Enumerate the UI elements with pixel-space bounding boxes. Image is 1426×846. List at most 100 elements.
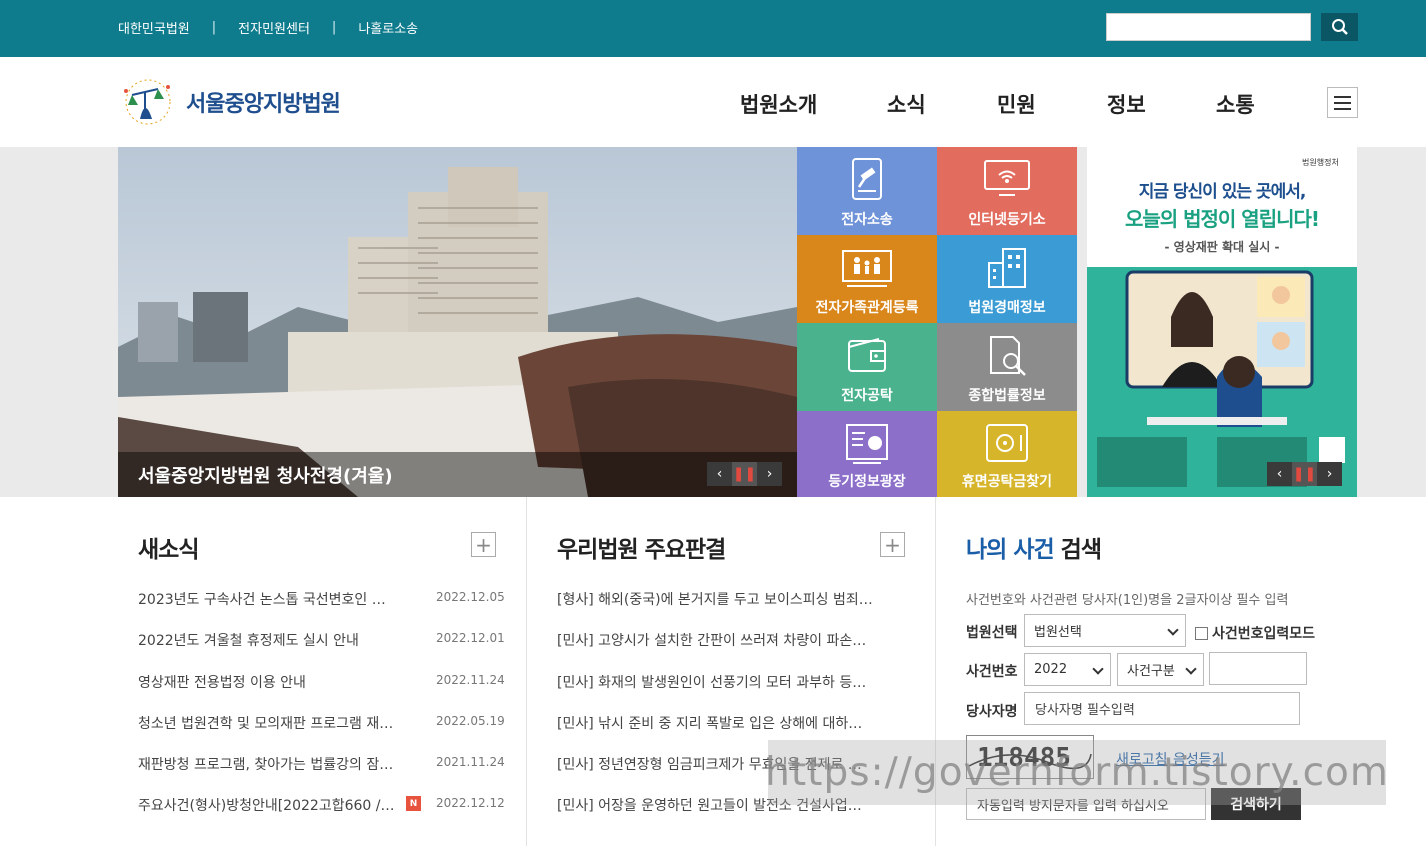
news-item-title[interactable]: 영상재판 전용법정 이용 안내 — [138, 672, 398, 692]
nav-court-intro[interactable]: 법원소개 — [740, 89, 817, 119]
nav-civil[interactable]: 민원 — [997, 89, 1036, 119]
party-name-label: 당사자명 — [966, 704, 1018, 720]
list-item[interactable]: 주요사건(형사)방청안내[2022고합660 / … N 2022.12.12 — [138, 795, 505, 836]
wallet-icon — [848, 338, 886, 372]
case-number-mode-checkbox[interactable]: 사건번호입력모드 — [1195, 623, 1315, 643]
buildings-icon — [988, 248, 1026, 288]
search-icon — [1331, 19, 1348, 35]
list-item[interactable]: [형사] 해외(중국)에 본거지를 두고 보이스피싱 범죄… — [557, 589, 877, 630]
tile-label: 전자가족관계등록 — [815, 300, 919, 316]
tile-e-deposit[interactable]: 전자공탁 — [797, 323, 937, 411]
logo[interactable]: 서울중앙지방법원 — [118, 75, 341, 129]
tile-label: 등기정보광장 — [828, 474, 906, 490]
top-search-box[interactable] — [1106, 13, 1311, 41]
ruling-item-title[interactable]: [민사] 고양시가 설치한 간판이 쓰러져 차량이 파손… — [557, 630, 875, 650]
news-list: 2023년도 구속사건 논스톱 국선변호인 모… 2022.12.05 2022년… — [138, 589, 505, 837]
news-item-title[interactable]: 2022년도 겨울철 휴정제도 실시 안내 — [138, 630, 398, 650]
top-links: 대한민국법원 | 전자민원센터 | 나홀로소송 — [118, 18, 418, 37]
link-self-litigation[interactable]: 나홀로소송 — [358, 18, 418, 37]
court-building-photo — [118, 147, 797, 497]
link-e-civil-center[interactable]: 전자민원센터 — [238, 18, 310, 37]
link-korea-courts[interactable]: 대한민국법원 — [118, 18, 190, 37]
banner-badge: 법원행정처 — [1302, 158, 1339, 167]
list-item[interactable]: 2022년도 겨울철 휴정제도 실시 안내 2022.12.01 — [138, 630, 505, 671]
list-item[interactable]: 영상재판 전용법정 이용 안내 2022.11.24 — [138, 672, 505, 713]
court-select[interactable]: 법원선택 — [1024, 614, 1186, 647]
hamburger-menu-button[interactable] — [1327, 87, 1358, 118]
year-select-value: 2022 — [1034, 662, 1068, 677]
tile-label: 전자소송 — [841, 212, 893, 228]
news-item-title[interactable]: 재판방청 프로그램, 찾아가는 법률강의 잠… — [138, 754, 398, 774]
list-item[interactable]: 재판방청 프로그램, 찾아가는 법률강의 잠… 2021.11.24 — [138, 754, 505, 795]
news-item-title[interactable]: 2023년도 구속사건 논스톱 국선변호인 모… — [138, 589, 398, 609]
new-badge: N — [406, 796, 421, 812]
document-search-icon — [990, 336, 1026, 376]
rulings-title: 우리법원 주요판결 — [557, 537, 726, 563]
rulings-more-button[interactable]: + — [880, 532, 905, 557]
pause-icon[interactable]: ❚❚ — [1292, 462, 1317, 486]
chevron-left-icon[interactable]: ‹ — [707, 462, 732, 486]
ruling-item-title[interactable]: [민사] 화재의 발생원인이 선풍기의 모터 과부하 등… — [557, 672, 875, 692]
party-name-placeholder: 당사자명 필수입력 — [1035, 703, 1135, 718]
separator: | — [331, 20, 337, 35]
case-search-title: 나의 사건 검색 — [966, 530, 1102, 564]
nav-info[interactable]: 정보 — [1107, 89, 1146, 119]
video-trial-banner[interactable]: 법원행정처 지금 당신이 있는 곳에서, 오늘의 법정이 열립니다! - 영상재… — [1087, 147, 1357, 497]
case-search-title-rest: 검색 — [1060, 537, 1102, 563]
checkbox[interactable] — [1195, 626, 1208, 640]
header: 서울중앙지방법원 법원소개 소식 민원 정보 소통 — [0, 57, 1426, 147]
tile-label: 종합법률정보 — [968, 388, 1046, 404]
news-more-button[interactable]: + — [471, 532, 496, 557]
news-item-date: 2022.11.24 — [436, 672, 505, 687]
news-item-date: 2021.11.24 — [436, 755, 505, 770]
list-item[interactable]: 청소년 법원견학 및 모의재판 프로그램 재… 2022.05.19 — [138, 713, 505, 754]
top-search-input[interactable] — [1107, 14, 1310, 40]
court-select-value: 법원선택 — [1034, 625, 1082, 640]
news-item-date: 2022.12.05 — [436, 590, 505, 604]
case-number-input[interactable] — [1209, 652, 1307, 685]
gavel-tablet-icon — [852, 158, 882, 200]
tile-legal-info[interactable]: 종합법률정보 — [937, 323, 1077, 411]
nav-news[interactable]: 소식 — [887, 89, 926, 119]
year-select[interactable]: 2022 — [1024, 653, 1111, 686]
separator: | — [211, 20, 217, 35]
pause-icon[interactable]: ❚❚ — [732, 462, 757, 486]
banner-line2: 오늘의 법정이 열립니다! — [1124, 207, 1320, 231]
nav-communication[interactable]: 소통 — [1216, 89, 1255, 119]
tile-label: 법원경매정보 — [968, 300, 1046, 316]
list-item[interactable]: [민사] 화재의 발생원인이 선풍기의 모터 과부하 등… — [557, 672, 877, 713]
tile-family-registry[interactable]: 전자가족관계등록 — [797, 235, 937, 323]
tile-e-litigation[interactable]: 전자소송 — [797, 147, 937, 235]
tile-court-auction[interactable]: 법원경매정보 — [937, 235, 1077, 323]
party-name-input[interactable]: 당사자명 필수입력 — [1024, 692, 1300, 725]
list-item[interactable]: [민사] 고양시가 설치한 간판이 쓰러져 차량이 파손… — [557, 630, 877, 671]
banner-subtitle: - 영상재판 확대 실시 - — [1164, 240, 1280, 254]
hero-slider: 서울중앙지방법원 청사전경(겨울) ‹ ❚❚ › — [118, 147, 797, 497]
court-emblem-icon — [124, 79, 171, 125]
case-search-title-highlight: 나의 사건 — [966, 537, 1055, 563]
hero-slider-controls: ‹ ❚❚ › — [707, 462, 782, 486]
news-section: 새소식 + 2023년도 구속사건 논스톱 국선변호인 모… 2022.12.05… — [0, 497, 526, 846]
ruling-item-title[interactable]: [형사] 해외(중국)에 본거지를 두고 보이스피싱 범죄… — [557, 589, 875, 609]
quick-service-tiles: 전자소송 인터넷등기소 전자가족관계등록 법원경매정보 전자공탁 종합법률정보 … — [797, 147, 1077, 497]
case-type-select[interactable]: 사건구분 — [1117, 653, 1204, 686]
court-select-label: 법원선택 — [966, 625, 1018, 641]
chevron-right-icon[interactable]: › — [1317, 462, 1342, 486]
tile-registry-plaza[interactable]: 등기정보광장 — [797, 411, 937, 497]
top-search-button[interactable] — [1321, 13, 1358, 41]
hamburger-line — [1334, 95, 1351, 98]
chevron-left-icon[interactable]: ‹ — [1267, 462, 1292, 486]
tile-internet-registry[interactable]: 인터넷등기소 — [937, 147, 1077, 235]
case-type-select-value: 사건구분 — [1127, 664, 1175, 679]
news-item-date: 2022.05.19 — [436, 713, 505, 728]
hero-caption: 서울중앙지방법원 청사전경(겨울) — [138, 466, 393, 487]
list-item[interactable]: 2023년도 구속사건 논스톱 국선변호인 모… 2022.12.05 — [138, 589, 505, 630]
news-item-title[interactable]: 청소년 법원견학 및 모의재판 프로그램 재… — [138, 713, 398, 733]
safe-icon — [986, 424, 1028, 462]
tile-dormant-deposit[interactable]: 휴면공탁금찾기 — [937, 411, 1077, 497]
banner-line1: 지금 당신이 있는 곳에서, — [1138, 182, 1307, 202]
chevron-right-icon[interactable]: › — [757, 462, 782, 486]
ruling-item-title[interactable]: [민사] 낚시 준비 중 지리 폭발로 입은 상해에 대하여… — [557, 713, 875, 733]
family-icon — [842, 250, 892, 287]
news-item-title[interactable]: 주요사건(형사)방청안내[2022고합660 / … — [138, 795, 396, 815]
